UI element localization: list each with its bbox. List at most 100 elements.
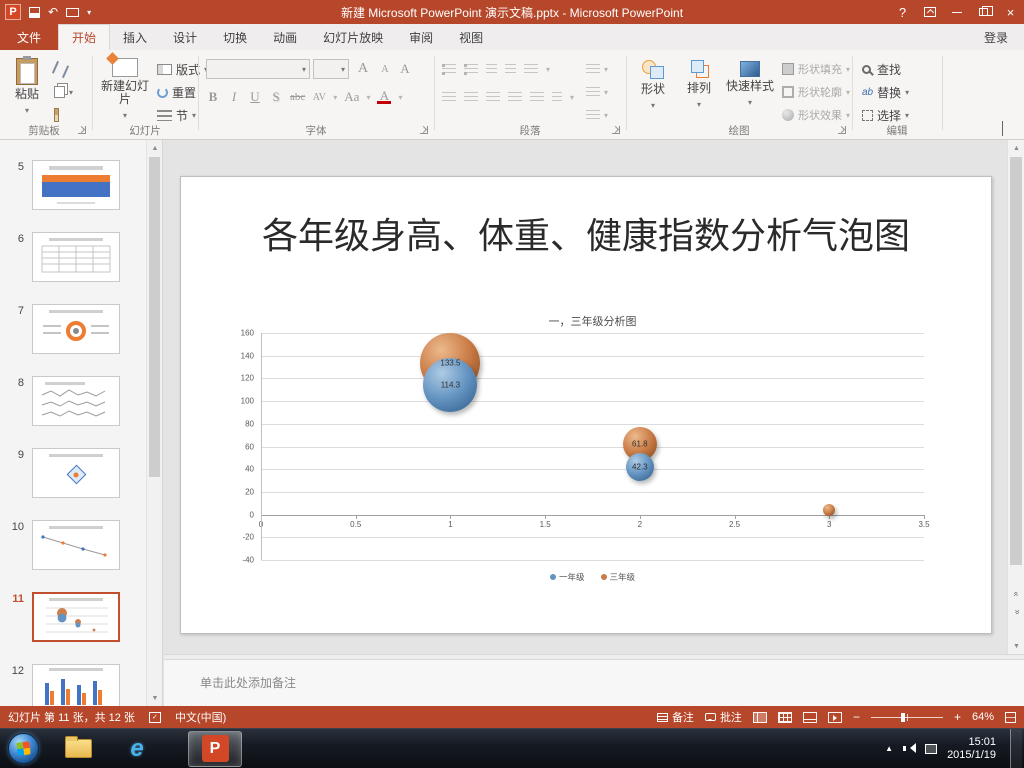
taskbar-clock[interactable]: 15:01 2015/1/19 <box>947 736 1000 762</box>
zoom-slider[interactable] <box>870 712 943 722</box>
ribbon-display-options-button[interactable] <box>916 0 943 24</box>
thumbnail-scroll-down-icon[interactable]: ▼ <box>147 690 163 706</box>
thumbnail-scroll-up-icon[interactable]: ▲ <box>147 140 163 156</box>
powerpoint-logo-icon[interactable]: P <box>5 4 21 20</box>
undo-icon[interactable]: ↶ <box>48 6 58 18</box>
taskbar-powerpoint-button[interactable]: P <box>188 730 242 767</box>
slide-thumbnail-8[interactable]: 8 <box>0 374 146 446</box>
tab-transitions[interactable]: 切换 <box>210 24 260 50</box>
reset-button[interactable]: 重置 <box>157 81 196 103</box>
slide-thumbnail-7[interactable]: 7 <box>0 302 146 374</box>
shapes-button[interactable]: 形状 ▾ <box>632 53 674 122</box>
slide-thumbnail-6[interactable]: 6 <box>0 230 146 302</box>
shape-outline-button[interactable]: 形状轮廓 ▾ <box>782 81 850 103</box>
justify-button[interactable] <box>508 91 522 103</box>
grow-font-button[interactable]: A <box>356 58 370 80</box>
replace-button[interactable]: ab 替换 ▾ <box>862 81 909 103</box>
new-slide-button[interactable]: 新建幻灯片 ▾ <box>98 53 152 122</box>
chart-title[interactable]: 一，三年级分析图 <box>261 313 924 329</box>
line-spacing-button[interactable] <box>524 63 538 75</box>
scrollbar-thumb[interactable] <box>1010 157 1022 565</box>
zoom-level[interactable]: 64% <box>972 711 994 723</box>
slide-sorter-view-button[interactable] <box>777 711 792 723</box>
zoom-in-button[interactable]: + <box>954 710 961 724</box>
font-size-combo[interactable]: ▾ <box>313 59 349 79</box>
shape-fill-button[interactable]: 形状填充 ▾ <box>782 58 850 80</box>
find-button[interactable]: 查找 <box>862 58 901 80</box>
cut-button[interactable] <box>51 58 70 80</box>
notes-toggle-button[interactable]: 备注 <box>656 709 694 725</box>
slide-counter[interactable]: 幻灯片 第 11 张，共 12 张 <box>8 709 135 725</box>
notes-placeholder[interactable]: 单击此处添加备注 <box>200 674 296 691</box>
notes-pane[interactable]: 单击此处添加备注 <box>164 660 1024 706</box>
network-icon[interactable] <box>925 743 938 754</box>
strikethrough-button[interactable]: abc <box>290 91 305 103</box>
fit-slide-to-window-button[interactable] <box>1005 711 1016 723</box>
tab-review[interactable]: 审阅 <box>396 24 446 50</box>
align-center-button[interactable] <box>464 91 478 103</box>
start-button[interactable] <box>0 729 46 768</box>
volume-icon[interactable] <box>903 743 917 754</box>
show-hidden-icons-button[interactable]: ▲ <box>885 744 893 753</box>
text-shadow-button[interactable]: S <box>269 89 283 105</box>
underline-button[interactable]: U <box>248 89 262 105</box>
previous-slide-button[interactable]: « <box>1008 586 1024 602</box>
paragraph-dialog-launcher[interactable] <box>612 126 620 134</box>
tab-animations[interactable]: 动画 <box>260 24 310 50</box>
restore-button[interactable] <box>970 0 997 24</box>
font-dialog-launcher[interactable] <box>420 126 428 134</box>
clear-formatting-button[interactable]: A <box>398 58 412 80</box>
reading-view-button[interactable] <box>802 711 817 723</box>
sign-in-link[interactable]: 登录 <box>984 24 1024 50</box>
normal-view-button[interactable] <box>752 711 767 723</box>
zoom-out-button[interactable]: − <box>853 710 860 724</box>
drawing-dialog-launcher[interactable] <box>838 126 846 134</box>
thumbnail-scrollbar[interactable]: ▲ ▼ <box>146 140 162 706</box>
text-direction-button[interactable]: ▾ <box>586 58 608 80</box>
font-name-combo[interactable]: ▾ <box>206 59 310 79</box>
align-right-button[interactable] <box>486 91 500 103</box>
columns-button[interactable] <box>552 91 562 103</box>
arrange-button[interactable]: 排列 ▾ <box>678 53 720 122</box>
close-button[interactable]: × <box>997 0 1024 24</box>
clipboard-dialog-launcher[interactable] <box>78 126 86 134</box>
decrease-indent-button[interactable] <box>486 63 497 75</box>
bullets-button[interactable] <box>442 63 456 75</box>
scroll-up-icon[interactable]: ▲ <box>1008 140 1024 156</box>
show-desktop-button[interactable] <box>1010 729 1022 768</box>
change-case-button[interactable]: Aa <box>344 89 359 105</box>
distribute-button[interactable] <box>530 91 544 103</box>
slide-thumbnail-9[interactable]: 9 <box>0 446 146 518</box>
collapse-ribbon-button[interactable] <box>1002 121 1003 136</box>
numbering-button[interactable] <box>464 63 478 75</box>
taskbar-ie-button[interactable]: e <box>110 731 164 767</box>
slide-title[interactable]: 各年级身高、体重、健康指数分析气泡图 <box>211 207 961 259</box>
increase-indent-button[interactable] <box>505 63 516 75</box>
tab-slideshow[interactable]: 幻灯片放映 <box>310 24 396 50</box>
bold-button[interactable]: B <box>206 89 220 105</box>
slideshow-view-button[interactable] <box>827 711 842 723</box>
next-slide-button[interactable]: « <box>1008 604 1024 620</box>
tab-home[interactable]: 开始 <box>58 24 111 50</box>
comments-toggle-button[interactable]: 批注 <box>704 709 742 725</box>
character-spacing-button[interactable]: AV <box>312 92 326 103</box>
slide-thumbnail-5[interactable]: 5 <box>0 158 146 230</box>
minimize-button[interactable] <box>943 0 970 24</box>
save-icon[interactable] <box>29 6 40 18</box>
tab-view[interactable]: 视图 <box>446 24 496 50</box>
thumbnail-scrollbar-thumb[interactable] <box>149 157 160 477</box>
help-button[interactable]: ? <box>889 0 916 24</box>
font-color-button[interactable]: A <box>377 89 392 104</box>
italic-button[interactable]: I <box>227 89 241 105</box>
scroll-down-icon[interactable]: ▼ <box>1008 638 1024 654</box>
shrink-font-button[interactable]: A <box>378 58 392 80</box>
align-left-button[interactable] <box>442 91 456 103</box>
main-vertical-scrollbar[interactable]: ▲ « « ▼ <box>1007 140 1024 654</box>
quick-styles-button[interactable]: 快速样式 ▾ <box>724 53 776 122</box>
slide-thumbnail-11-selected[interactable]: 11 <box>0 590 146 662</box>
start-slideshow-icon[interactable] <box>66 7 80 17</box>
slide-11[interactable]: 各年级身高、体重、健康指数分析气泡图 一，三年级分析图 -40 -20 0 20 40 6… <box>180 176 992 634</box>
language-indicator[interactable]: 中文(中国) <box>175 709 226 725</box>
tab-file[interactable]: 文件 <box>0 24 59 50</box>
tab-design[interactable]: 设计 <box>160 24 210 50</box>
